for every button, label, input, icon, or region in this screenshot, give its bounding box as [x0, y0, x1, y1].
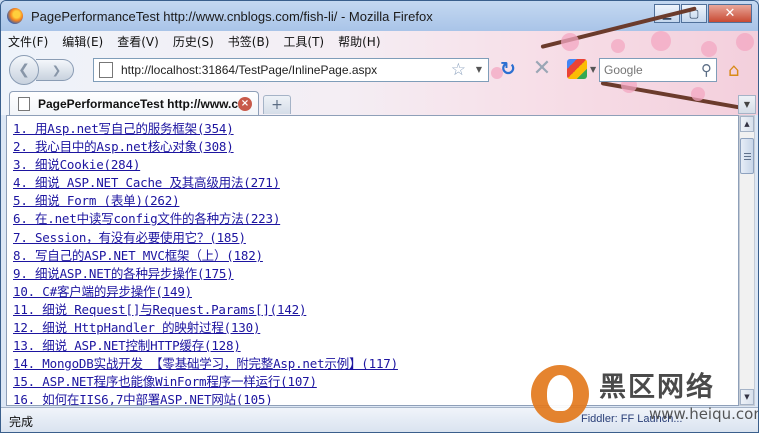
scroll-down-button[interactable]: ▼	[740, 389, 754, 405]
firefox-logo-icon	[7, 8, 23, 24]
forward-button[interactable]: ❯	[36, 59, 74, 81]
list-item: 9. 细说ASP.NET的各种异步操作(175)	[13, 265, 398, 283]
vertical-scrollbar[interactable]: ▲ ▼	[739, 115, 755, 406]
browser-chrome: 文件(F) 编辑(E) 查看(V) 历史(S) 书签(B) 工具(T) 帮助(H…	[1, 6, 758, 116]
back-button[interactable]: ❮	[9, 55, 39, 85]
navigation-bar: ❯ ❮ http://localhost:31864/TestPage/Inli…	[1, 53, 758, 87]
article-link[interactable]: 10. C#客户端的异步操作(149)	[13, 284, 192, 299]
article-link[interactable]: 11. 细说 Request[]与Request.Params[](142)	[13, 302, 307, 317]
article-link-list: 1. 用Asp.net写自己的服务框架(354) 2. 我心目中的Asp.net…	[13, 120, 398, 405]
url-text[interactable]: http://localhost:31864/TestPage/InlinePa…	[121, 63, 377, 77]
window-title: PagePerformanceTest http://www.cnblogs.c…	[31, 8, 433, 24]
address-bar[interactable]: http://localhost:31864/TestPage/InlinePa…	[93, 58, 489, 82]
theme-blossom	[736, 33, 754, 51]
title-bar: PagePerformanceTest http://www.cnblogs.c…	[1, 1, 758, 31]
menu-view[interactable]: 查看(V)	[110, 33, 166, 50]
theme-blossom	[561, 33, 579, 51]
list-item: 15. ASP.NET程序也能像WinForm程序一样运行(107)	[13, 373, 398, 391]
article-link[interactable]: 15. ASP.NET程序也能像WinForm程序一样运行(107)	[13, 374, 317, 389]
article-link[interactable]: 12. 细说 HttpHandler 的映射过程(130)	[13, 320, 260, 335]
scroll-thumb[interactable]	[740, 138, 754, 174]
article-link[interactable]: 9. 细说ASP.NET的各种异步操作(175)	[13, 266, 234, 281]
grip-line	[744, 159, 751, 160]
article-link[interactable]: 13. 细说 ASP.NET控制HTTP缓存(128)	[13, 338, 241, 353]
list-item: 6. 在.net中读写config文件的各种方法(223)	[13, 210, 398, 228]
article-link[interactable]: 6. 在.net中读写config文件的各种方法(223)	[13, 211, 280, 226]
list-item: 2. 我心目中的Asp.net核心对象(308)	[13, 138, 398, 156]
close-button[interactable]: ✕	[708, 4, 752, 23]
list-item: 16. 如何在IIS6,7中部署ASP.NET网站(105)	[13, 391, 398, 405]
tab-close-icon[interactable]: ×	[238, 97, 252, 111]
status-bar: 完成 Fiddler: FF Launch...	[1, 407, 758, 432]
list-item: 3. 细说Cookie(284)	[13, 156, 398, 174]
search-icon[interactable]: ⚲	[701, 61, 712, 79]
list-item: 12. 细说 HttpHandler 的映射过程(130)	[13, 319, 398, 337]
article-link[interactable]: 2. 我心目中的Asp.net核心对象(308)	[13, 139, 234, 154]
reload-icon[interactable]: ↻	[497, 58, 519, 80]
browser-window: PagePerformanceTest http://www.cnblogs.c…	[0, 0, 759, 433]
back-arrow-icon: ❮	[18, 62, 30, 78]
menu-help[interactable]: 帮助(H)	[331, 33, 387, 50]
grip-line	[744, 156, 751, 157]
article-link[interactable]: 14. MongoDB实战开发 【零基础学习，附完整Asp.net示例】(117…	[13, 356, 398, 371]
google-engine-icon[interactable]	[567, 59, 587, 79]
article-link[interactable]: 16. 如何在IIS6,7中部署ASP.NET网站(105)	[13, 392, 273, 405]
forward-arrow-icon: ❯	[51, 63, 62, 77]
article-link[interactable]: 4. 细说 ASP.NET Cache 及其高级用法(271)	[13, 175, 280, 190]
tab-active[interactable]: PagePerformanceTest http://www.c... ×	[9, 91, 259, 116]
search-box: ⚲	[599, 58, 717, 82]
list-item: 1. 用Asp.net写自己的服务框架(354)	[13, 120, 398, 138]
page-icon	[18, 97, 30, 111]
theme-blossom	[651, 31, 671, 51]
page-icon	[99, 62, 113, 78]
list-item: 8. 写自己的ASP.NET MVC框架（上）(182)	[13, 247, 398, 265]
tab-list-button[interactable]: ▼	[738, 95, 756, 114]
menu-history[interactable]: 历史(S)	[166, 33, 221, 50]
list-item: 14. MongoDB实战开发 【零基础学习，附完整Asp.net示例】(117…	[13, 355, 398, 373]
status-text: 完成	[9, 415, 34, 429]
article-link[interactable]: 3. 细说Cookie(284)	[13, 157, 140, 172]
list-item: 11. 细说 Request[]与Request.Params[](142)	[13, 301, 398, 319]
menu-edit[interactable]: 编辑(E)	[55, 33, 110, 50]
engine-dropdown-icon[interactable]: ▼	[590, 65, 596, 74]
article-link[interactable]: 7. Session，有没有必要使用它？(185)	[13, 230, 246, 245]
page-content: 1. 用Asp.net写自己的服务框架(354) 2. 我心目中的Asp.net…	[6, 115, 739, 406]
back-forward-group: ❯ ❮	[9, 55, 85, 85]
article-link[interactable]: 1. 用Asp.net写自己的服务框架(354)	[13, 121, 234, 136]
menu-tools[interactable]: 工具(T)	[276, 33, 331, 50]
list-item: 13. 细说 ASP.NET控制HTTP缓存(128)	[13, 337, 398, 355]
list-item: 4. 细说 ASP.NET Cache 及其高级用法(271)	[13, 174, 398, 192]
new-tab-button[interactable]: +	[263, 95, 291, 114]
article-link[interactable]: 8. 写自己的ASP.NET MVC框架（上）(182)	[13, 248, 263, 263]
search-input[interactable]	[600, 59, 694, 81]
home-icon[interactable]: ⌂	[728, 60, 739, 81]
tab-label: PagePerformanceTest http://www.c...	[38, 97, 249, 111]
bookmark-star-icon[interactable]: ☆	[451, 60, 466, 80]
list-item: 7. Session，有没有必要使用它？(185)	[13, 229, 398, 247]
menu-bar: 文件(F) 编辑(E) 查看(V) 历史(S) 书签(B) 工具(T) 帮助(H…	[1, 31, 388, 51]
scroll-up-button[interactable]: ▲	[740, 116, 754, 132]
list-item: 10. C#客户端的异步操作(149)	[13, 283, 398, 301]
list-item: 5. 细说 Form (表单)(262)	[13, 192, 398, 210]
tab-strip: PagePerformanceTest http://www.c... × + …	[1, 89, 758, 116]
grip-line	[744, 153, 751, 154]
menu-file[interactable]: 文件(F)	[1, 33, 55, 50]
fiddler-status[interactable]: Fiddler: FF Launch...	[581, 413, 683, 425]
article-link[interactable]: 5. 细说 Form (表单)(262)	[13, 193, 180, 208]
menu-bookmarks[interactable]: 书签(B)	[221, 33, 277, 50]
url-dropdown-icon[interactable]: ▼	[476, 65, 482, 74]
stop-icon[interactable]: ✕	[531, 58, 553, 80]
theme-blossom	[611, 39, 625, 53]
